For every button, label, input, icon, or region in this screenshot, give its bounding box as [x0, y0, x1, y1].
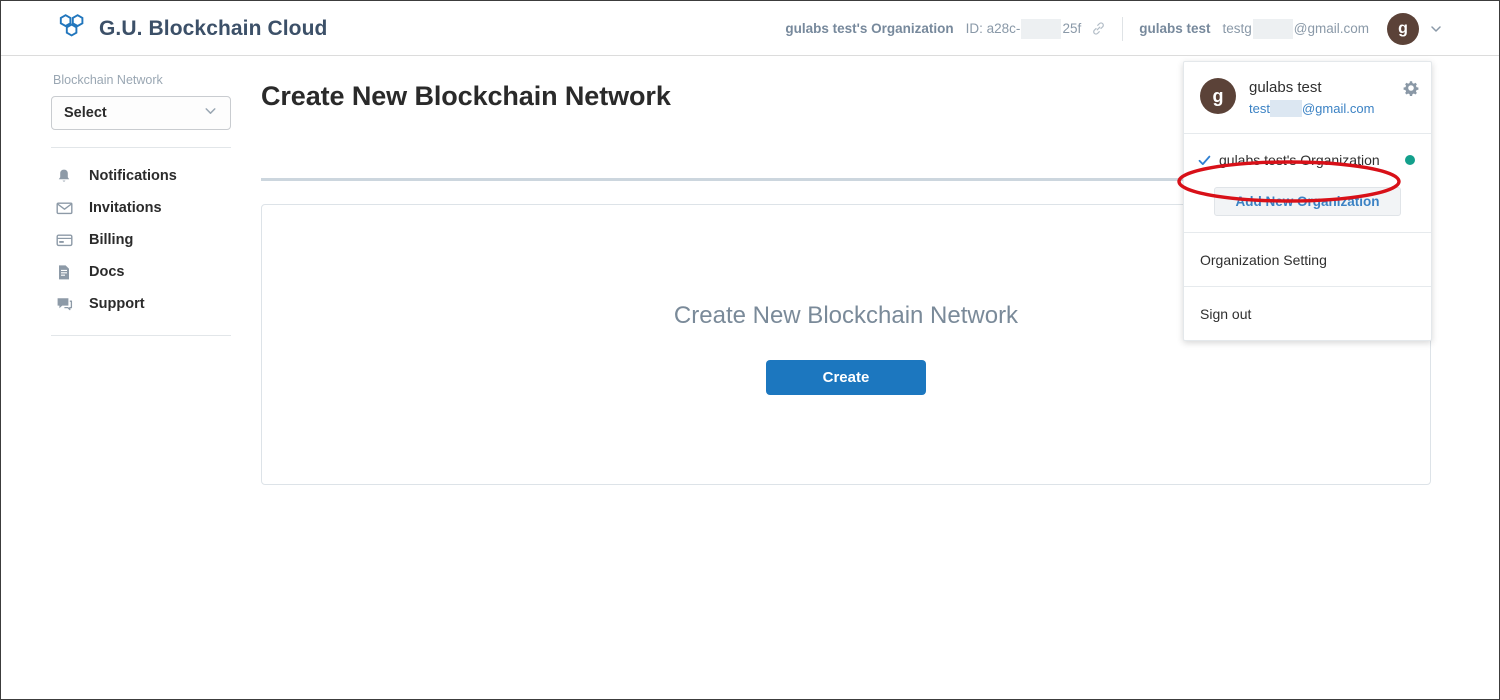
sidebar-item-label: Notifications — [89, 168, 177, 184]
sidebar-divider-bottom — [51, 335, 231, 336]
sidebar-item-label: Billing — [89, 232, 134, 248]
dropdown-identity: gulabs test test @gmail.com — [1249, 78, 1374, 117]
dropdown-profile-row: g gulabs test test @gmail.com — [1184, 62, 1431, 134]
chevron-down-icon — [203, 103, 218, 123]
user-email-suffix: @gmail.com — [1293, 21, 1369, 36]
user-email-redaction — [1252, 18, 1293, 39]
dropdown-user-name: gulabs test — [1249, 79, 1322, 96]
header-user-name: gulabs test — [1139, 21, 1211, 36]
bell-icon — [55, 168, 73, 185]
org-id-suffix: 25f — [1062, 21, 1082, 36]
top-header-bar: G.U. Blockchain Cloud gulabs test's Orga… — [1, 1, 1499, 56]
avatar: g — [1200, 78, 1236, 114]
dropdown-email-redaction — [1269, 100, 1302, 117]
app-window: G.U. Blockchain Cloud gulabs test's Orga… — [0, 0, 1500, 700]
dropdown-organization-item[interactable]: gulabs test's Organization — [1184, 146, 1431, 174]
check-icon — [1197, 153, 1212, 168]
sidebar-item-label: Invitations — [89, 200, 162, 216]
credit-card-icon — [55, 233, 73, 247]
account-dropdown-menu: g gulabs test test @gmail.com gulabs tes… — [1183, 61, 1432, 341]
header-organization-id: ID: a28c- 25f — [965, 18, 1107, 39]
chat-bubble-icon — [55, 296, 73, 312]
dropdown-organization-name: gulabs test's Organization — [1219, 152, 1380, 168]
gear-icon[interactable] — [1403, 80, 1419, 96]
user-email-prefix: testg — [1222, 21, 1252, 36]
blockchain-network-select[interactable]: Select — [51, 96, 231, 130]
sidebar-item-support[interactable]: Support — [51, 288, 233, 320]
org-id-prefix: ID: a28c- — [965, 21, 1021, 36]
sidebar-item-billing[interactable]: Billing — [51, 224, 233, 256]
sidebar-item-notifications[interactable]: Notifications — [51, 160, 233, 192]
sidebar: Blockchain Network Select Notifications — [51, 73, 233, 348]
brand-logo-area[interactable]: G.U. Blockchain Cloud — [57, 1, 327, 56]
sidebar-item-docs[interactable]: Docs — [51, 256, 233, 288]
dropdown-user-email[interactable]: test @gmail.com — [1249, 100, 1374, 117]
document-icon — [55, 264, 73, 281]
status-badge — [1405, 155, 1415, 165]
add-new-organization-button[interactable]: Add New Organization — [1214, 187, 1401, 216]
envelope-icon — [55, 201, 73, 215]
select-value: Select — [64, 105, 107, 121]
dropdown-email-suffix: @gmail.com — [1301, 101, 1375, 116]
sidebar-item-invitations[interactable]: Invitations — [51, 192, 233, 224]
header-divider — [1122, 16, 1124, 41]
create-button[interactable]: Create — [766, 360, 926, 395]
hexagon-cluster-logo-icon — [57, 13, 87, 44]
sidebar-divider-top — [51, 147, 231, 148]
org-id-redaction — [1021, 18, 1062, 39]
dropdown-item-sign-out[interactable]: Sign out — [1184, 287, 1431, 340]
header-organization-name[interactable]: gulabs test's Organization — [785, 21, 953, 36]
header-account-area: gulabs test's Organization ID: a28c- 25f — [785, 1, 1443, 56]
dropdown-organizations-section: gulabs test's Organization Add New Organ… — [1184, 134, 1431, 233]
chevron-down-icon[interactable] — [1429, 22, 1443, 36]
header-user-email: testg @gmail.com — [1222, 18, 1369, 39]
sidebar-item-label: Docs — [89, 264, 125, 280]
card-heading: Create New Blockchain Network — [673, 302, 1019, 329]
sidebar-item-label: Support — [89, 296, 145, 312]
avatar[interactable]: g — [1387, 12, 1419, 45]
dropdown-item-organization-setting[interactable]: Organization Setting — [1184, 233, 1431, 287]
sidebar-section-label: Blockchain Network — [53, 73, 163, 87]
brand-title: G.U. Blockchain Cloud — [99, 16, 328, 40]
link-icon[interactable] — [1091, 21, 1106, 36]
dropdown-email-prefix: test — [1249, 101, 1270, 116]
